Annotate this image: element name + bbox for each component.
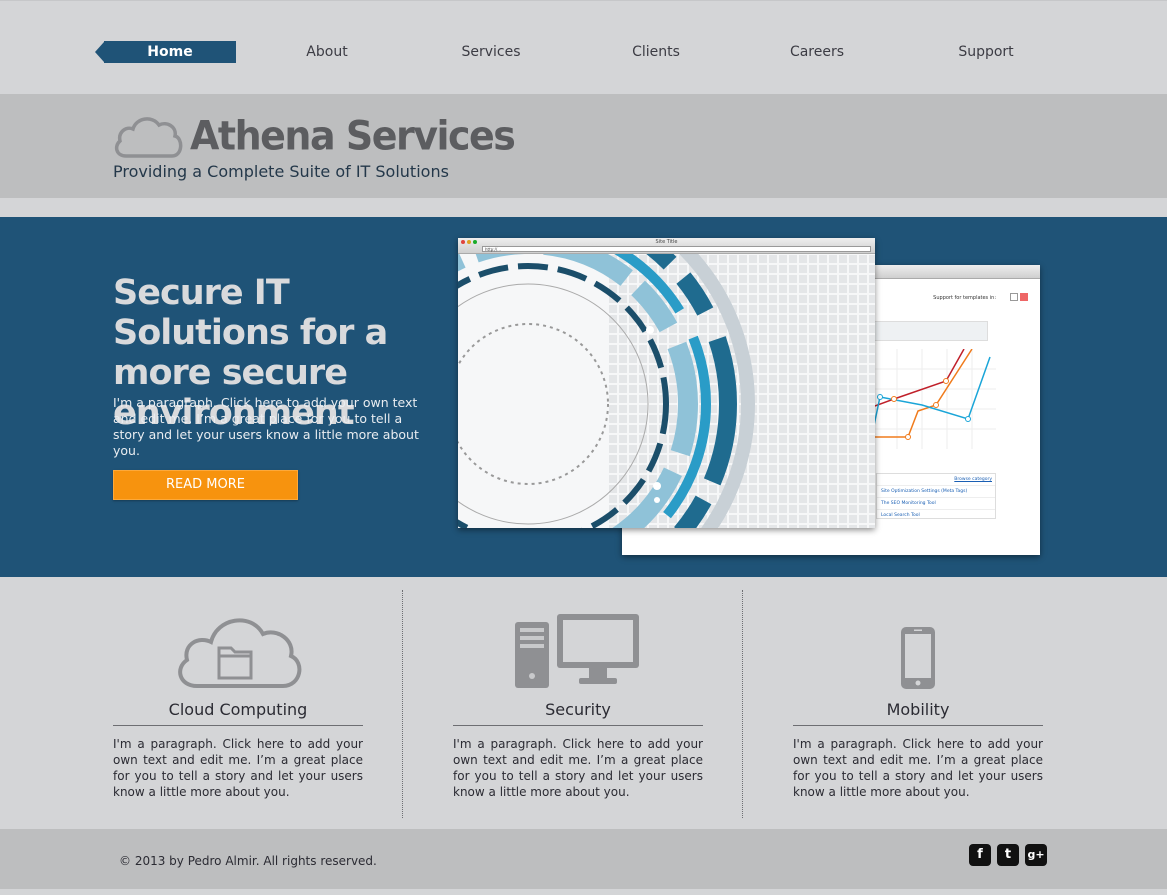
- nav-support[interactable]: Support: [946, 41, 1026, 63]
- nav-clients[interactable]: Clients: [616, 41, 696, 63]
- smartphone-icon: [793, 600, 1043, 690]
- nav-home[interactable]: Home: [104, 41, 236, 63]
- site-tagline: Providing a Complete Suite of IT Solutio…: [113, 162, 449, 181]
- browser-titlebar: Site Title http://...: [458, 238, 875, 254]
- html5-icon: [1020, 293, 1028, 301]
- site-title[interactable]: Athena Services: [190, 113, 516, 159]
- browse-category-link[interactable]: Browse category: [877, 474, 995, 485]
- browser-url-field: http://...: [482, 246, 871, 252]
- template-list-item[interactable]: Site Optimization Settings (Meta Tags): [877, 485, 995, 497]
- brand-header: Athena Services Providing a Complete Sui…: [0, 94, 1167, 198]
- cloud-outline-icon: [112, 112, 184, 164]
- feature-divider: [742, 590, 743, 818]
- facebook-icon[interactable]: f: [969, 844, 991, 866]
- browser-window-title: Site Title: [655, 239, 678, 245]
- tech-circle-graphic: [458, 254, 875, 528]
- feature-security: Security I'm a paragraph. Click here to …: [453, 600, 703, 800]
- feature-title: Cloud Computing: [113, 700, 363, 726]
- main-navigation: Home About Services Clients Careers Supp…: [0, 0, 1167, 94]
- copyright-text: © 2013 by Pedro Almir. All rights reserv…: [119, 854, 377, 868]
- feature-title: Mobility: [793, 700, 1043, 726]
- feature-paragraph: I'm a paragraph. Click here to add your …: [793, 737, 1043, 799]
- feature-cloud-computing: Cloud Computing I'm a paragraph. Click h…: [113, 600, 363, 800]
- feature-mobility: Mobility I'm a paragraph. Click here to …: [793, 600, 1043, 800]
- nav-careers[interactable]: Careers: [777, 41, 857, 63]
- hero-section: Secure IT Solutions for a more secure en…: [0, 217, 1167, 577]
- feature-title: Security: [453, 700, 703, 726]
- nav-services[interactable]: Services: [451, 41, 531, 63]
- twitter-icon[interactable]: t: [997, 844, 1019, 866]
- feature-paragraph: I'm a paragraph. Click here to add your …: [453, 737, 703, 799]
- feature-divider: [402, 590, 403, 818]
- support-text: Support for templates in:: [933, 295, 996, 301]
- edit-icon: [1010, 293, 1018, 301]
- line-chart-graphic: [872, 349, 996, 449]
- template-preview-front: Site Title http://...: [458, 238, 875, 528]
- template-list-item[interactable]: The SEO Monitoring Tool: [877, 497, 995, 509]
- cloud-folder-icon: [113, 600, 363, 690]
- feature-paragraph: I'm a paragraph. Click here to add your …: [113, 737, 363, 799]
- nav-active-arrow: [95, 42, 104, 62]
- hero-paragraph: I'm a paragraph. Click here to add your …: [113, 395, 419, 458]
- read-more-button[interactable]: READ MORE: [113, 470, 298, 500]
- footer: © 2013 by Pedro Almir. All rights reserv…: [0, 829, 1167, 889]
- google-plus-icon[interactable]: g+: [1025, 844, 1047, 866]
- nav-about[interactable]: About: [287, 41, 367, 63]
- desktop-computer-icon: [453, 600, 703, 690]
- template-list-item[interactable]: Local Search Tool: [877, 509, 995, 521]
